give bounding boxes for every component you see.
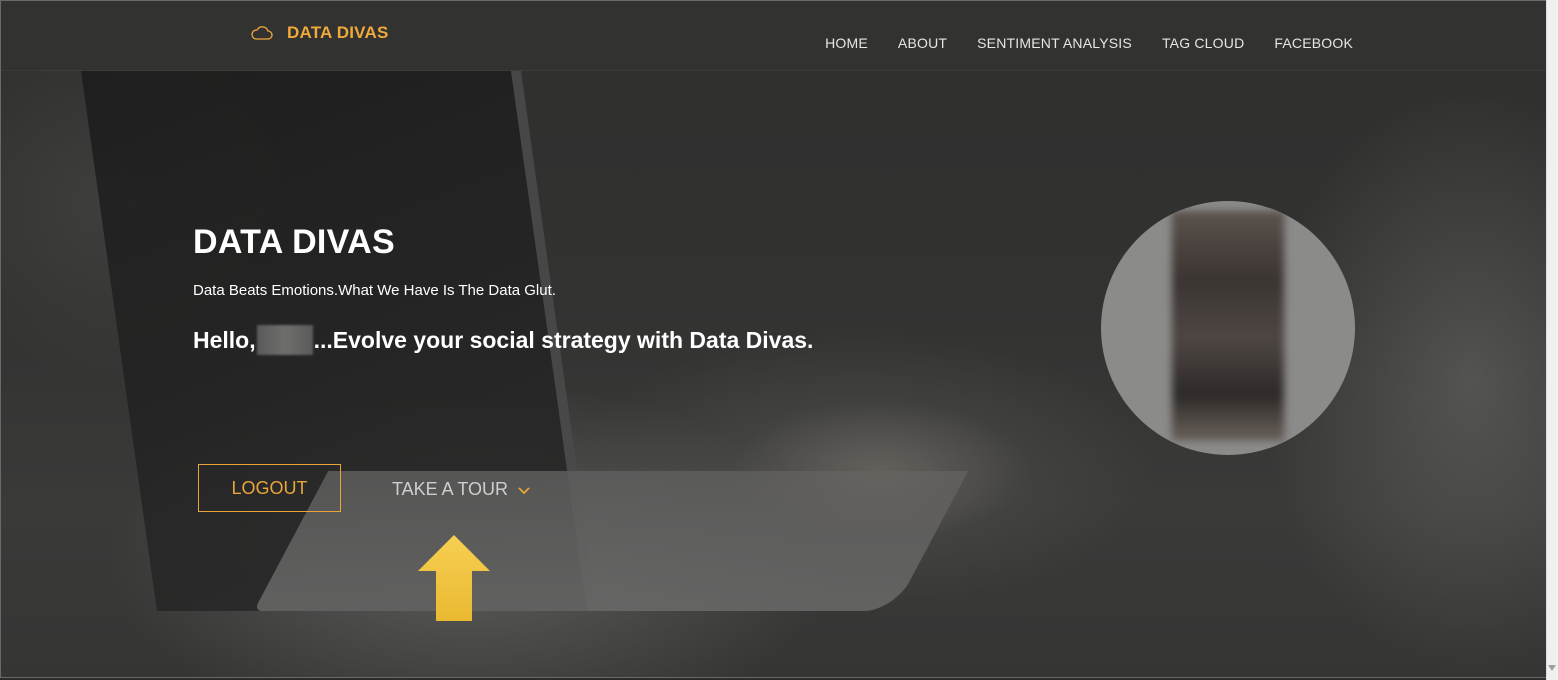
nav-link-facebook[interactable]: FACEBOOK <box>1274 35 1353 51</box>
take-a-tour-link[interactable]: TAKE A TOUR <box>392 479 530 500</box>
brand-name: DATA DIVAS <box>287 23 389 42</box>
profile-photo-blurred <box>1172 211 1284 441</box>
nav-link-sentiment-analysis[interactable]: SENTIMENT ANALYSIS <box>977 35 1132 51</box>
nav-link-tag-cloud[interactable]: TAG CLOUD <box>1162 35 1244 51</box>
logout-button[interactable]: LOGOUT <box>198 464 341 512</box>
take-a-tour-label: TAKE A TOUR <box>392 479 509 499</box>
nav-item-facebook: FACEBOOK <box>1274 35 1353 53</box>
main-nav: HOME ABOUT SENTIMENT ANALYSIS TAG CLOUD … <box>825 35 1353 53</box>
nav-item-sentiment-analysis: SENTIMENT ANALYSIS <box>977 35 1132 53</box>
chevron-down-icon <box>518 479 530 500</box>
nav-item-about: ABOUT <box>898 35 947 53</box>
nav-link-home[interactable]: HOME <box>825 35 868 51</box>
scroll-down-arrow-icon[interactable] <box>1548 658 1556 676</box>
redacted-username <box>256 325 313 355</box>
nav-link-about[interactable]: ABOUT <box>898 35 947 51</box>
hero-title: DATA DIVAS <box>193 223 395 261</box>
up-arrow-icon <box>417 534 491 627</box>
vertical-scrollbar[interactable] <box>1546 0 1558 680</box>
navbar: DATA DIVAS HOME ABOUT SENTIMENT ANALYSIS… <box>1 1 1546 71</box>
greeting-prefix: Hello, <box>193 326 256 353</box>
profile-avatar <box>1101 201 1355 455</box>
nav-item-tag-cloud: TAG CLOUD <box>1162 35 1244 53</box>
greeting-suffix: ...Evolve your social strategy with Data… <box>313 326 814 353</box>
background-hands <box>731 401 1031 541</box>
nav-item-home: HOME <box>825 35 868 53</box>
cloud-icon <box>251 25 273 41</box>
page-frame: DATA DIVAS HOME ABOUT SENTIMENT ANALYSIS… <box>0 0 1546 678</box>
hero-tagline: Data Beats Emotions.What We Have Is The … <box>193 282 556 299</box>
greeting: Hello, ...Evolve your social strategy wi… <box>193 325 813 355</box>
brand[interactable]: DATA DIVAS <box>251 21 388 45</box>
